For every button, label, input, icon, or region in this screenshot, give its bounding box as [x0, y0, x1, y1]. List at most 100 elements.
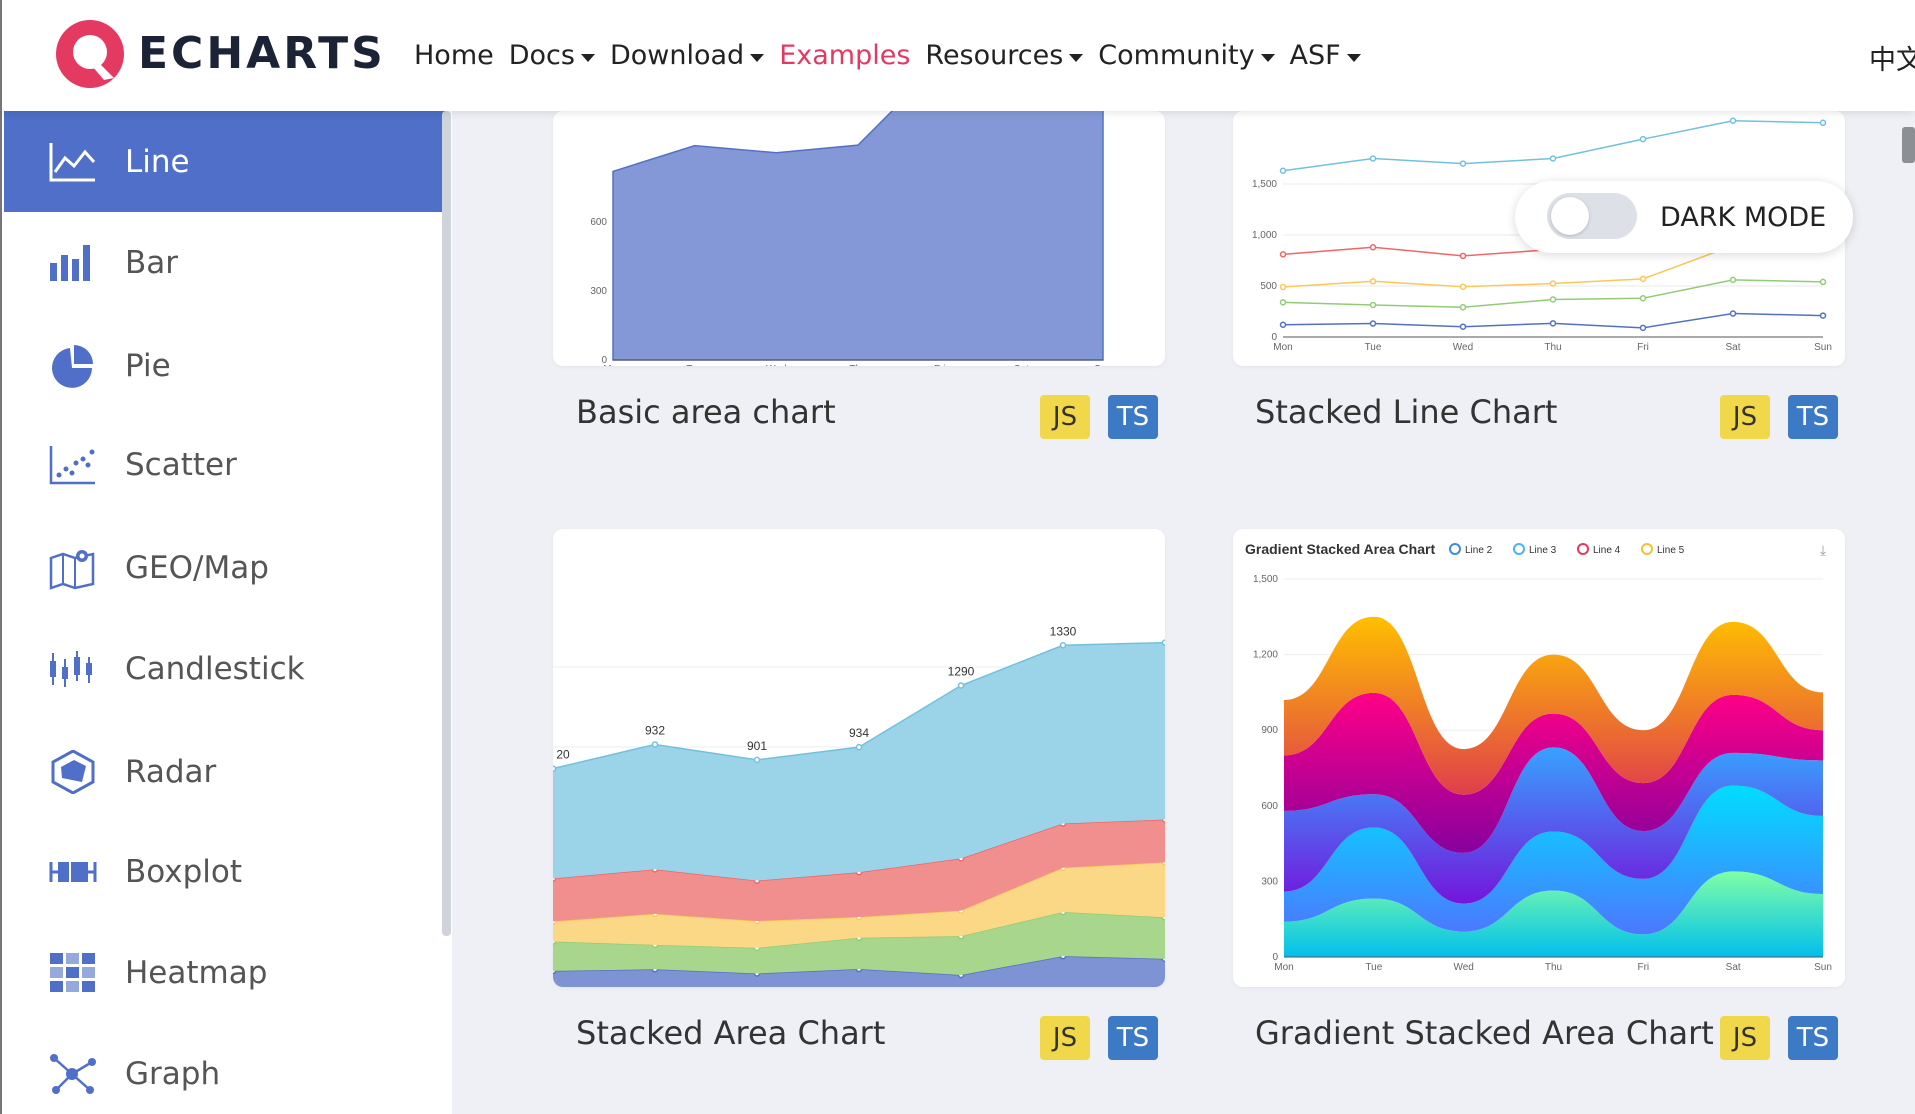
sidebar-item-heatmap[interactable]: Heatmap: [4, 922, 445, 1023]
data-point: [1279, 283, 1287, 291]
radar-icon: [51, 749, 95, 794]
nav-resources[interactable]: Resources: [925, 40, 1084, 71]
sidebar-item-candlestick[interactable]: Candlestick: [4, 618, 445, 719]
data-point: [1819, 278, 1827, 286]
sidebar-item-label: Heatmap: [125, 954, 268, 991]
nav-download[interactable]: Download: [609, 40, 765, 71]
legend-label: Line 3: [1529, 545, 1557, 556]
x-tick-label: Sat: [1726, 962, 1741, 973]
card-title[interactable]: Stacked Line Chart: [1255, 393, 1557, 431]
example-card-gradient-stacked-area[interactable]: Gradient Stacked Area Chart Line 2 Line 3 L…: [1233, 529, 1845, 987]
nav-asf[interactable]: ASF: [1290, 40, 1361, 71]
echarts-logo-icon[interactable]: [54, 18, 126, 90]
graph-icon: [50, 1053, 96, 1094]
y-tick-label: 1,000: [1252, 230, 1277, 241]
card-title[interactable]: Stacked Area Chart: [576, 1014, 885, 1052]
ts-badge[interactable]: TS: [1788, 395, 1838, 439]
nav-resources-label: Resources: [925, 40, 1064, 71]
y-tick-label: 1,500: [1252, 179, 1277, 190]
stacked-area-chart: 20 932 901 934 1290 1330: [553, 624, 1165, 987]
legend-label: Line 5: [1657, 545, 1685, 556]
brand-name[interactable]: ECHARTS: [138, 28, 386, 79]
sidebar-item-line[interactable]: Line: [4, 111, 445, 212]
chevron-down-icon: [1346, 53, 1361, 62]
main-nav: Home Docs Download Examples Resources Co…: [414, 0, 1376, 111]
line-chart-icon: [49, 142, 96, 181]
data-point: [1549, 320, 1557, 327]
nav-examples[interactable]: Examples: [779, 40, 910, 71]
sidebar-item-label: Boxplot: [125, 853, 243, 890]
y-tick-label: 300: [590, 286, 607, 297]
x-tick-label: Tue: [1365, 962, 1382, 973]
js-badge[interactable]: JS: [1040, 1016, 1090, 1060]
js-badge[interactable]: JS: [1720, 395, 1770, 439]
dark-mode-toggle[interactable]: DARK MODE: [1515, 181, 1853, 253]
data-point: [651, 741, 659, 748]
data-point: [1161, 639, 1165, 646]
data-point: [1549, 155, 1557, 162]
language-switch[interactable]: 中文: [1869, 38, 1915, 77]
data-point: [1459, 303, 1467, 311]
js-badge[interactable]: JS: [1040, 395, 1090, 439]
legend-marker: [1449, 543, 1461, 555]
card-title[interactable]: Basic area chart: [576, 393, 836, 431]
nav-docs[interactable]: Docs: [509, 40, 595, 71]
nav-community-label: Community: [1098, 40, 1255, 71]
map-icon: [49, 549, 95, 590]
sidebar-item-label: Graph: [125, 1055, 221, 1092]
ts-badge[interactable]: TS: [1108, 1016, 1158, 1060]
basic-area-chart: 0300600MonTueWedThuFriSatSun: [590, 111, 1112, 366]
chevron-down-icon: [750, 53, 765, 62]
sidebar-item-graph[interactable]: Graph: [4, 1023, 445, 1114]
data-point: [1369, 155, 1377, 162]
data-point: [1729, 276, 1737, 284]
card-title[interactable]: Gradient Stacked Area Chart: [1255, 1014, 1714, 1052]
sidebar-item-geo-map[interactable]: GEO/Map: [4, 517, 445, 618]
data-point: [1369, 243, 1377, 251]
sidebar-item-label: Radar: [125, 753, 217, 790]
data-label: 1290: [948, 665, 975, 679]
sidebar-item-pie[interactable]: Pie: [4, 315, 445, 416]
ts-badge[interactable]: TS: [1108, 395, 1158, 439]
data-point: [1549, 296, 1557, 303]
sidebar-item-label: Scatter: [125, 446, 237, 483]
data-point: [1549, 280, 1557, 287]
nav-home-label: Home: [414, 40, 494, 71]
sidebar-item-boxplot[interactable]: Boxplot: [4, 821, 445, 922]
data-point: [1639, 324, 1647, 332]
scatter-chart-icon: [49, 445, 95, 484]
example-card-stacked-area[interactable]: 20 932 901 934 1290 1330: [553, 529, 1165, 987]
example-card-basic-area[interactable]: 0300600MonTueWedThuFriSatSun: [553, 111, 1165, 366]
line-series: [1282, 120, 1824, 172]
y-tick-label: 900: [1261, 725, 1278, 736]
sidebar-item-label: Candlestick: [125, 650, 305, 687]
page-scrollbar[interactable]: [1902, 127, 1915, 163]
data-point: [753, 756, 761, 764]
x-tick-label: Fri: [1637, 962, 1649, 973]
chart-title: Gradient Stacked Area Chart: [1245, 541, 1435, 557]
dark-mode-switch[interactable]: [1547, 193, 1637, 239]
data-point: [1639, 135, 1647, 143]
data-point: [1369, 320, 1377, 327]
top-navbar: ECHARTS Home Docs Download Examples Reso…: [0, 0, 1915, 111]
nav-docs-label: Docs: [508, 40, 575, 71]
data-point: [957, 682, 965, 689]
sidebar-item-scatter[interactable]: Scatter: [4, 414, 445, 515]
data-point: [1059, 642, 1067, 649]
data-point: [1459, 283, 1467, 290]
nav-download-label: Download: [609, 40, 745, 71]
js-badge[interactable]: JS: [1720, 1016, 1770, 1060]
x-tick-label: Tue: [1365, 342, 1382, 353]
sidebar-item-radar[interactable]: Radar: [4, 721, 445, 822]
data-point: [1279, 299, 1287, 306]
x-tick-label: Wed: [1453, 342, 1473, 353]
x-tick-label: Wed: [1453, 962, 1473, 973]
sidebar-scrollbar[interactable]: [442, 111, 451, 936]
nav-community[interactable]: Community: [1098, 40, 1275, 71]
x-tick-label: Wed: [766, 364, 786, 366]
sidebar-item-bar[interactable]: Bar: [4, 212, 445, 313]
nav-home[interactable]: Home: [414, 40, 494, 71]
candlestick-icon: [50, 650, 92, 687]
x-tick-label: Mon: [1273, 342, 1292, 353]
ts-badge[interactable]: TS: [1788, 1016, 1838, 1060]
